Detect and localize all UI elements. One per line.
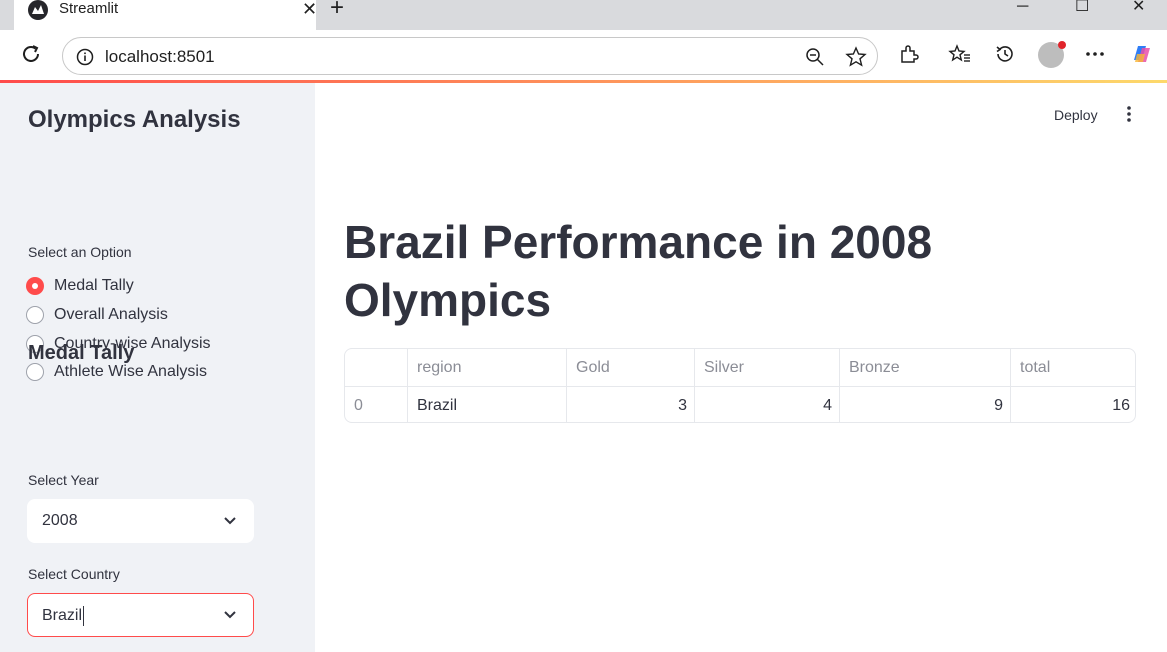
country-select-value[interactable]: Brazil: [42, 606, 85, 626]
browser-tab[interactable]: Streamlit ✕: [14, 0, 317, 30]
main-content: Deploy Brazil Performance in 2008 Olympi…: [315, 83, 1167, 652]
main-menu-icon[interactable]: [1124, 105, 1134, 123]
table-header-cell[interactable]: Bronze: [840, 349, 1011, 386]
more-options-icon[interactable]: [1084, 43, 1106, 65]
text-cursor: [83, 606, 85, 626]
country-select-text: Brazil: [42, 607, 83, 625]
tab-close-icon[interactable]: ✕: [302, 0, 317, 18]
profile-notification-dot: [1058, 41, 1066, 49]
radio-medal-tally[interactable]: Medal Tally: [26, 275, 134, 297]
table-cell[interactable]: Brazil: [408, 387, 567, 422]
year-select[interactable]: 2008: [27, 499, 254, 543]
radio-button[interactable]: [26, 277, 44, 295]
year-label: Select Year: [28, 472, 99, 488]
table-header-cell[interactable]: [345, 349, 408, 386]
chevron-down-icon[interactable]: [223, 516, 237, 526]
table-header-cell[interactable]: region: [408, 349, 567, 386]
browser-toolbar: localhost:8501: [0, 30, 1167, 81]
section-title: Medal Tally: [28, 342, 135, 364]
table-header-row: region Gold Silver Bronze total: [345, 349, 1135, 386]
zoom-out-icon[interactable]: [805, 47, 825, 67]
deploy-button[interactable]: Deploy: [1054, 107, 1098, 123]
table-cell[interactable]: 3: [567, 387, 695, 422]
radio-label: Athlete Wise Analysis: [54, 363, 207, 380]
year-select-value: 2008: [42, 512, 78, 529]
medal-dataframe[interactable]: region Gold Silver Bronze total 0 Brazil…: [344, 348, 1136, 423]
table-row: 0 Brazil 3 4 9 16: [345, 386, 1135, 422]
extensions-icon[interactable]: [898, 43, 920, 65]
table-index-cell[interactable]: 0: [345, 387, 408, 422]
table-cell[interactable]: 9: [840, 387, 1011, 422]
chevron-down-icon[interactable]: [223, 610, 237, 620]
streamlit-favicon-icon: [28, 0, 48, 20]
site-info-icon[interactable]: [76, 48, 94, 66]
tab-title: Streamlit: [59, 0, 119, 17]
radio-button[interactable]: [26, 363, 44, 381]
radio-label: Medal Tally: [54, 277, 134, 294]
radio-label: Overall Analysis: [54, 306, 168, 323]
option-label: Select an Option: [28, 244, 132, 260]
address-bar[interactable]: localhost:8501: [62, 37, 878, 75]
radio-button[interactable]: [26, 306, 44, 324]
copilot-icon[interactable]: [1128, 40, 1156, 68]
browser-tab-strip: Streamlit ✕ + ─ ☐ ✕: [0, 0, 1167, 30]
favorites-icon[interactable]: [948, 43, 972, 65]
page-title: Brazil Performance in 2008 Olympics: [344, 216, 933, 326]
window-close-icon[interactable]: ✕: [1132, 0, 1145, 15]
url-text[interactable]: localhost:8501: [105, 47, 215, 67]
table-header-cell[interactable]: Gold: [567, 349, 695, 386]
table-header-cell[interactable]: Silver: [695, 349, 840, 386]
table-header-cell[interactable]: total: [1011, 349, 1135, 386]
sidebar-title: Olympics Analysis: [28, 106, 241, 133]
new-tab-icon[interactable]: +: [330, 0, 344, 20]
history-icon[interactable]: [994, 43, 1016, 65]
maximize-icon[interactable]: ☐: [1075, 0, 1089, 15]
country-label: Select Country: [28, 566, 120, 582]
radio-overall-analysis[interactable]: Overall Analysis: [26, 304, 168, 326]
minimize-icon[interactable]: ─: [1017, 0, 1028, 15]
table-cell[interactable]: 4: [695, 387, 840, 422]
country-select[interactable]: Brazil: [27, 593, 254, 637]
favorite-star-icon[interactable]: [845, 46, 867, 68]
table-cell[interactable]: 16: [1011, 387, 1135, 422]
reload-icon[interactable]: [20, 43, 42, 65]
